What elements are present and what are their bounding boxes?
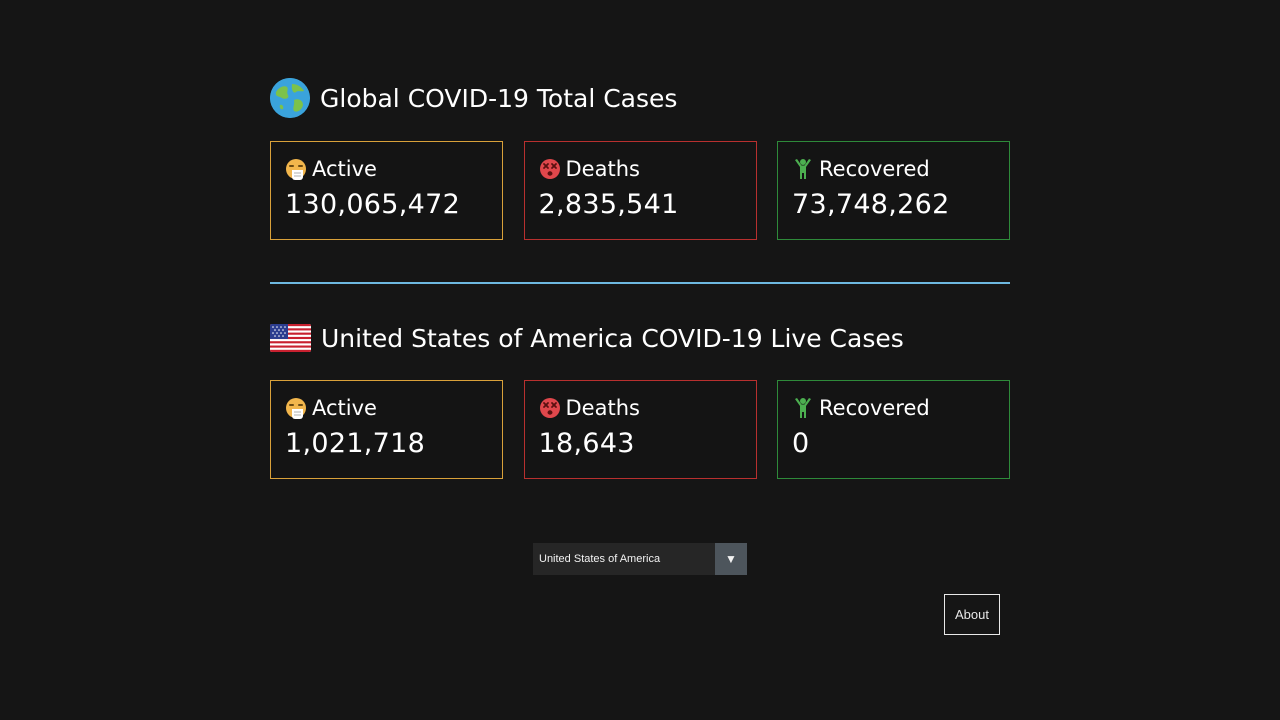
sick-face-icon (286, 398, 306, 419)
recovered-label: Recovered (819, 396, 930, 420)
us-flag-icon (270, 324, 311, 352)
country-active-card: Active 1,021,718 (270, 380, 503, 479)
country-deaths-card: Deaths 18,643 (523, 380, 757, 479)
country-stats: Active 1,021,718 Deaths 18,643 Recovered… (270, 380, 1010, 479)
globe-icon (270, 78, 310, 118)
recovered-value: 0 (792, 428, 810, 459)
global-deaths-card: Deaths 2,835,541 (523, 141, 757, 240)
country-section-title: United States of America COVID-19 Live C… (270, 318, 904, 358)
deaths-label: Deaths (565, 396, 640, 420)
global-recovered-card: Recovered 73,748,262 (777, 141, 1010, 240)
about-button[interactable]: About (944, 594, 1000, 635)
country-select[interactable]: United States of America ▼ (533, 543, 747, 575)
global-section-title: Global COVID-19 Total Cases (270, 78, 677, 118)
global-title-text: Global COVID-19 Total Cases (320, 83, 678, 113)
deaths-label: Deaths (565, 157, 640, 181)
active-label: Active (312, 157, 377, 181)
active-value: 130,065,472 (285, 189, 461, 220)
global-active-card: Active 130,065,472 (270, 141, 503, 240)
deaths-value: 18,643 (538, 428, 635, 459)
person-arms-up-icon (795, 159, 811, 179)
dizzy-face-icon (539, 159, 560, 179)
active-label: Active (312, 396, 377, 420)
person-arms-up-icon (795, 398, 811, 418)
dizzy-face-icon (539, 398, 560, 418)
country-select-value[interactable]: United States of America (533, 543, 715, 575)
section-divider (270, 282, 1010, 284)
recovered-value: 73,748,262 (792, 189, 950, 220)
sick-face-icon (286, 159, 306, 180)
dropdown-arrow-icon[interactable]: ▼ (715, 543, 747, 575)
global-stats: Active 130,065,472 Deaths 2,835,541 Reco… (270, 141, 1010, 240)
country-title-text: United States of America COVID-19 Live C… (321, 323, 904, 353)
deaths-value: 2,835,541 (538, 189, 679, 220)
active-value: 1,021,718 (285, 428, 426, 459)
country-recovered-card: Recovered 0 (777, 380, 1010, 479)
recovered-label: Recovered (819, 157, 930, 181)
